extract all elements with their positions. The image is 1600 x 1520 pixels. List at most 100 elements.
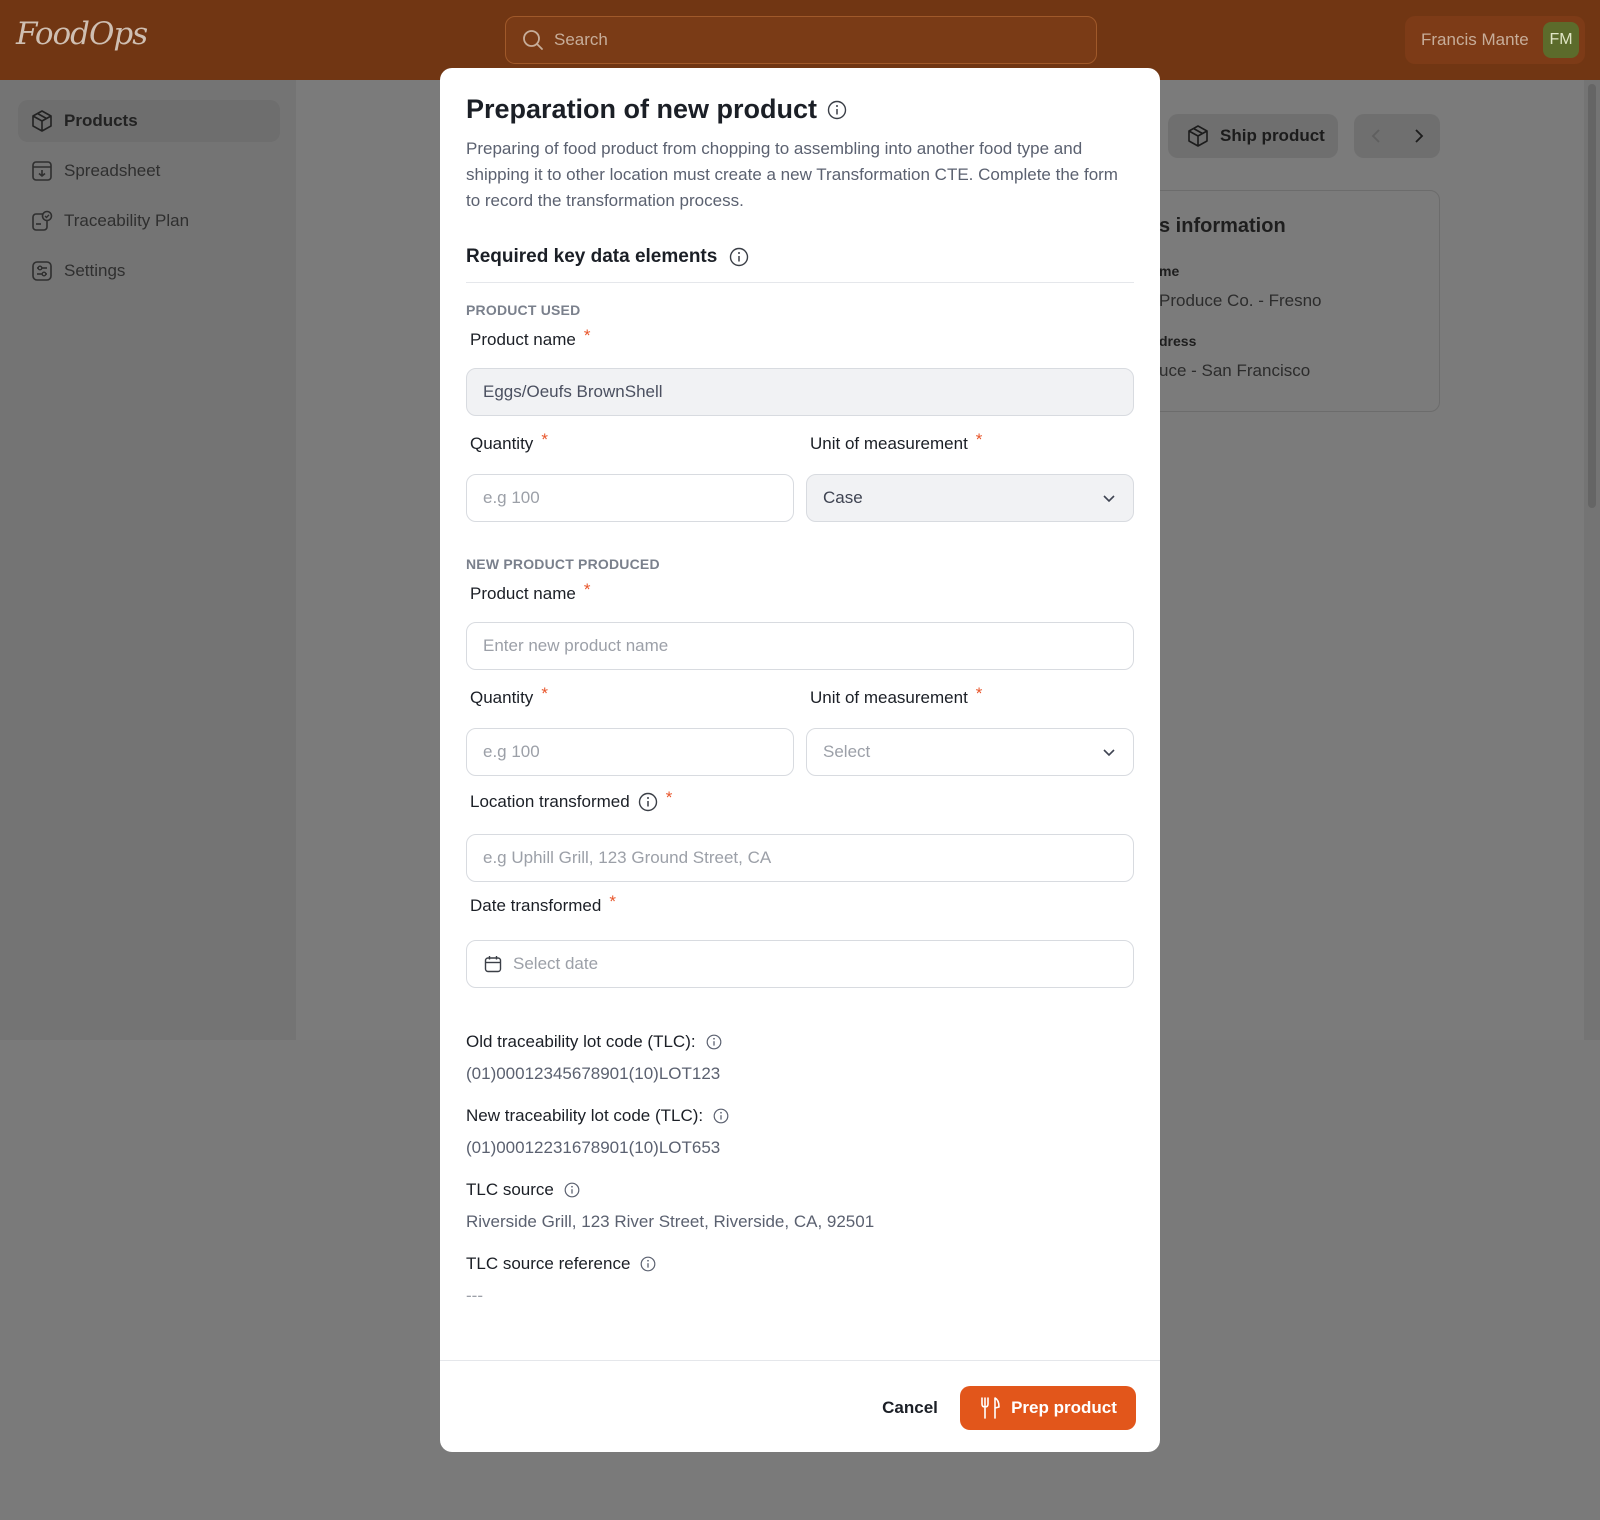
field-label: Unit of measurement * xyxy=(810,684,982,708)
modal-footer-divider xyxy=(440,1360,1160,1361)
new-product-quantity-input[interactable]: e.g 100 xyxy=(466,728,794,776)
location-transformed-input[interactable]: e.g Uphill Grill, 123 Ground Street, CA xyxy=(466,834,1134,882)
info-icon[interactable] xyxy=(706,1034,722,1050)
sidebar-item-spreadsheet[interactable]: Spreadsheet xyxy=(18,150,280,192)
utensils-icon xyxy=(981,1397,1000,1419)
sidebar-item-products[interactable]: Products xyxy=(18,100,280,142)
field-label: Date transformed * xyxy=(470,892,616,916)
sidebar-item-label: Products xyxy=(64,111,138,130)
placeholder-text: e.g 100 xyxy=(483,488,540,507)
sidebar-item-label: Traceability Plan xyxy=(64,211,190,230)
required-mark: * xyxy=(609,892,616,911)
required-mark: * xyxy=(583,580,591,599)
detail-label-text: TLC source xyxy=(466,1180,554,1199)
section-title-text: Required key data elements xyxy=(466,246,718,267)
info-icon[interactable] xyxy=(564,1182,580,1198)
search-box[interactable]: Search xyxy=(505,16,1097,64)
chevron-right-icon xyxy=(1414,129,1423,143)
detail-label-text: TLC source reference xyxy=(466,1254,631,1273)
info-icon[interactable] xyxy=(713,1108,729,1124)
field-label: Product name * xyxy=(470,326,590,350)
product-used-name-value: Eggs/Oeufs BrownShell xyxy=(483,382,663,401)
sidebar-item-label: Settings xyxy=(64,261,126,280)
product-used-unit-select[interactable]: Case xyxy=(806,474,1134,522)
old-tlc-value: (01)00012345678901(10)LOT123 xyxy=(466,1064,721,1083)
detail-label-text: Old traceability lot code (TLC): xyxy=(466,1032,696,1051)
field-label: Quantity * xyxy=(470,684,548,708)
box-icon xyxy=(30,109,54,133)
required-mark: * xyxy=(975,684,983,703)
group-label-product-used: PRODUCT USED xyxy=(466,302,581,318)
required-mark: * xyxy=(541,430,548,449)
required-mark: * xyxy=(975,430,983,449)
modal-description: Preparing of food product from chopping … xyxy=(466,139,1118,210)
selected-value: Case xyxy=(823,488,863,507)
info-icon[interactable] xyxy=(638,792,658,812)
new-tlc-label: New traceability lot code (TLC): xyxy=(466,1106,729,1126)
new-product-name-input[interactable]: Enter new product name xyxy=(466,622,1134,670)
modal-header: Preparation of new product xyxy=(466,94,847,125)
user-menu[interactable]: Francis Mante FM xyxy=(1405,16,1585,64)
app-logo[interactable]: FoodOps xyxy=(16,16,148,52)
info-card-title: s information xyxy=(1159,215,1286,237)
tlc-source-reference-value: --- xyxy=(466,1286,483,1305)
field-label: Unit of measurement * xyxy=(810,430,982,454)
new-tlc-value: (01)00012231678901(10)LOT653 xyxy=(466,1138,721,1157)
sidebar-item-label: Spreadsheet xyxy=(64,161,161,180)
field-label-text: Quantity xyxy=(470,434,534,453)
field-label-text: Product name xyxy=(470,584,576,603)
ship-product-button[interactable]: Ship product xyxy=(1168,114,1338,158)
field-label-text: Date transformed xyxy=(470,896,602,915)
sidebar-item-traceability-plan[interactable]: Traceability Plan xyxy=(18,200,280,242)
search-icon xyxy=(523,30,543,50)
box-icon xyxy=(1188,125,1208,147)
required-mark: * xyxy=(541,684,548,703)
prep-product-button[interactable]: Prep product xyxy=(960,1386,1136,1430)
date-picker-content: Select date xyxy=(483,954,598,974)
placeholder-text: e.g Uphill Grill, 123 Ground Street, CA xyxy=(483,848,772,867)
settings-icon xyxy=(30,259,54,283)
info-icon[interactable] xyxy=(640,1256,656,1272)
placeholder-text: Select xyxy=(823,742,871,761)
info-card-label: dress xyxy=(1159,333,1197,349)
placeholder-text: Select date xyxy=(513,954,599,973)
placeholder-text: e.g 100 xyxy=(483,742,540,761)
info-card-value: Produce Co. - Fresno xyxy=(1159,291,1322,310)
info-icon[interactable] xyxy=(827,100,847,120)
field-label-text: Product name xyxy=(470,330,576,349)
ship-product-label: Ship product xyxy=(1220,126,1325,145)
sidebar: Products Spreadsheet Traceability Plan S… xyxy=(0,80,296,1040)
sidebar-item-settings[interactable]: Settings xyxy=(18,250,280,292)
cancel-button[interactable]: Cancel xyxy=(860,1386,960,1430)
info-card: s information me Produce Co. - Fresno dr… xyxy=(1130,190,1440,412)
modal-title: Preparation of new product xyxy=(466,94,818,124)
prev-button[interactable] xyxy=(1354,114,1397,158)
field-label: Location transformed * xyxy=(470,788,672,812)
search-input[interactable]: Search xyxy=(554,30,608,50)
info-icon[interactable] xyxy=(729,247,749,267)
date-transformed-picker[interactable]: Select date xyxy=(466,940,1134,988)
placeholder-text: Enter new product name xyxy=(483,636,669,655)
detail-label-text: New traceability lot code (TLC): xyxy=(466,1106,704,1125)
field-label-text: Unit of measurement xyxy=(810,434,968,453)
chevron-down-icon xyxy=(1103,495,1115,503)
user-name: Francis Mante xyxy=(1421,30,1529,49)
tlc-source-value: Riverside Grill, 123 River Street, River… xyxy=(466,1212,875,1231)
field-label-text: Unit of measurement xyxy=(810,688,968,707)
next-button[interactable] xyxy=(1397,114,1440,158)
new-product-unit-select[interactable]: Select xyxy=(806,728,1134,776)
pager xyxy=(1354,114,1440,158)
required-mark: * xyxy=(665,788,673,807)
chevron-down-icon xyxy=(1103,749,1115,757)
scrollbar-thumb[interactable] xyxy=(1588,84,1596,508)
product-used-quantity-input[interactable]: e.g 100 xyxy=(466,474,794,522)
info-card-value: uce - San Francisco xyxy=(1159,361,1311,380)
plan-icon xyxy=(30,209,54,233)
info-card-label: me xyxy=(1159,263,1180,279)
old-tlc-label: Old traceability lot code (TLC): xyxy=(466,1032,722,1052)
chevron-left-icon xyxy=(1371,129,1380,143)
product-used-name-field[interactable]: Eggs/Oeufs BrownShell xyxy=(466,368,1134,416)
required-mark: * xyxy=(583,326,591,345)
calendar-icon xyxy=(484,956,502,973)
download-icon xyxy=(30,159,54,183)
